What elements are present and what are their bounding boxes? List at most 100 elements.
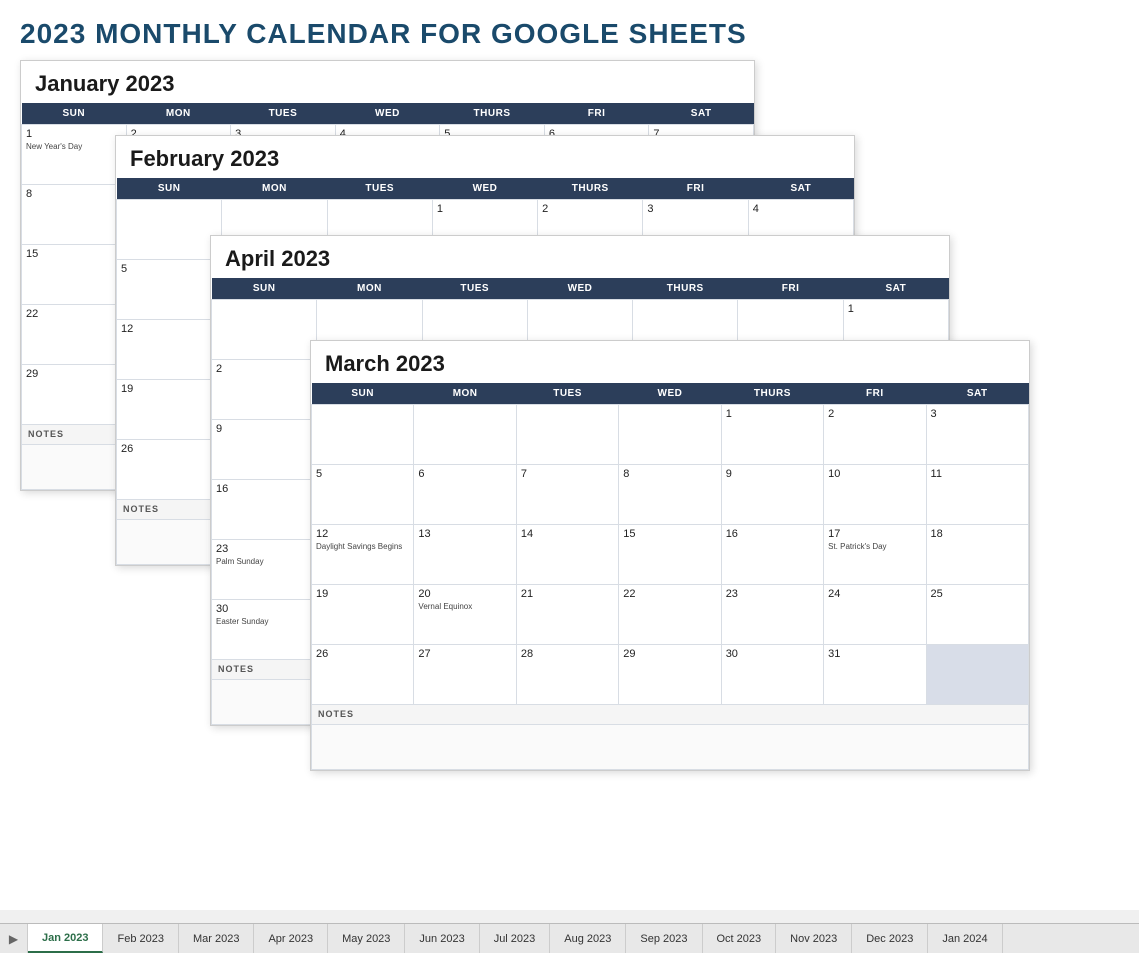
mar-cell: 9 bbox=[721, 465, 823, 525]
tab-jan-2024[interactable]: Jan 2024 bbox=[928, 924, 1002, 953]
tab-apr-2023[interactable]: Apr 2023 bbox=[254, 924, 328, 953]
mar-cell: 22 bbox=[619, 585, 721, 645]
tab-sep-2023[interactable]: Sep 2023 bbox=[626, 924, 702, 953]
mar-col-sun: SUN bbox=[312, 383, 414, 405]
jan-cell: 1New Year's Day bbox=[22, 125, 127, 185]
jan-cell: 8 bbox=[22, 185, 127, 245]
notes-row: NOTES bbox=[312, 705, 1029, 725]
table-row: 1 2 3 bbox=[312, 405, 1029, 465]
mar-col-fri: FRI bbox=[824, 383, 926, 405]
apr-cell: 23Palm Sunday bbox=[212, 540, 317, 600]
feb-cell bbox=[117, 200, 222, 260]
mar-cell: 23 bbox=[721, 585, 823, 645]
mar-cell: 27 bbox=[414, 645, 516, 705]
mar-col-wed: WED bbox=[619, 383, 721, 405]
jan-col-thu: THURS bbox=[440, 103, 545, 125]
mar-cell: 21 bbox=[516, 585, 618, 645]
feb-cell: 12 bbox=[117, 320, 222, 380]
apr-cell: 16 bbox=[212, 480, 317, 540]
apr-col-sun: SUN bbox=[212, 278, 317, 300]
mar-cell: 8 bbox=[619, 465, 721, 525]
mar-col-thu: THURS bbox=[721, 383, 823, 405]
mar-cell: 28 bbox=[516, 645, 618, 705]
mar-cell: 13 bbox=[414, 525, 516, 585]
feb-cell: 5 bbox=[117, 260, 222, 320]
table-row: 12Daylight Savings Begins 13 14 15 16 17… bbox=[312, 525, 1029, 585]
tab-jan-2023[interactable]: Jan 2023 bbox=[28, 924, 103, 953]
jan-col-mon: MON bbox=[126, 103, 231, 125]
tab-jun-2023[interactable]: Jun 2023 bbox=[405, 924, 479, 953]
mar-cell: 2 bbox=[824, 405, 926, 465]
feb-cell: 19 bbox=[117, 380, 222, 440]
table-row: 5 6 7 8 9 10 11 bbox=[312, 465, 1029, 525]
jan-cell: 22 bbox=[22, 305, 127, 365]
feb-col-fri: FRI bbox=[643, 178, 748, 200]
jan-cell: 29 bbox=[22, 365, 127, 425]
tab-scroll-left[interactable]: ▶ bbox=[0, 924, 28, 953]
mar-cell: 5 bbox=[312, 465, 414, 525]
tab-bar: ▶ Jan 2023 Feb 2023 Mar 2023 Apr 2023 Ma… bbox=[0, 923, 1139, 953]
jan-col-tue: TUES bbox=[231, 103, 336, 125]
mar-cell: 12Daylight Savings Begins bbox=[312, 525, 414, 585]
apr-cell: 9 bbox=[212, 420, 317, 480]
mar-cell: 19 bbox=[312, 585, 414, 645]
tab-jul-2023[interactable]: Jul 2023 bbox=[480, 924, 551, 953]
jan-col-fri: FRI bbox=[544, 103, 649, 125]
mar-cell bbox=[516, 405, 618, 465]
mar-cell: 17St. Patrick's Day bbox=[824, 525, 926, 585]
march-table: SUN MON TUES WED THURS FRI SAT 1 2 bbox=[311, 383, 1029, 770]
table-row: 26 27 28 29 30 31 bbox=[312, 645, 1029, 705]
jan-col-wed: WED bbox=[335, 103, 440, 125]
feb-col-sun: SUN bbox=[117, 178, 222, 200]
mar-cell: 24 bbox=[824, 585, 926, 645]
jan-col-sun: SUN bbox=[22, 103, 127, 125]
feb-cell: 26 bbox=[117, 440, 222, 500]
mar-col-mon: MON bbox=[414, 383, 516, 405]
tab-nov-2023[interactable]: Nov 2023 bbox=[776, 924, 852, 953]
january-title: January 2023 bbox=[21, 61, 754, 103]
main-area: 2023 MONTHLY CALENDAR FOR GOOGLE SHEETS … bbox=[0, 0, 1139, 910]
mar-cell: 10 bbox=[824, 465, 926, 525]
apr-col-thu: THURS bbox=[633, 278, 738, 300]
apr-cell: 2 bbox=[212, 360, 317, 420]
apr-col-fri: FRI bbox=[738, 278, 843, 300]
feb-col-sat: SAT bbox=[748, 178, 853, 200]
mar-col-sat: SAT bbox=[926, 383, 1028, 405]
notes-content bbox=[312, 725, 1029, 770]
apr-col-sat: SAT bbox=[843, 278, 948, 300]
mar-col-tue: TUES bbox=[516, 383, 618, 405]
mar-cell: 25 bbox=[926, 585, 1028, 645]
tab-aug-2023[interactable]: Aug 2023 bbox=[550, 924, 626, 953]
apr-col-wed: WED bbox=[527, 278, 632, 300]
mar-cell bbox=[312, 405, 414, 465]
mar-cell: 7 bbox=[516, 465, 618, 525]
notes-label: NOTES bbox=[312, 705, 1029, 725]
apr-col-tue: TUES bbox=[422, 278, 527, 300]
mar-cell: 3 bbox=[926, 405, 1028, 465]
mar-cell bbox=[619, 405, 721, 465]
apr-cell bbox=[212, 300, 317, 360]
mar-cell: 6 bbox=[414, 465, 516, 525]
april-title: April 2023 bbox=[211, 236, 949, 278]
feb-col-wed: WED bbox=[432, 178, 537, 200]
feb-col-mon: MON bbox=[222, 178, 327, 200]
mar-cell: 18 bbox=[926, 525, 1028, 585]
march-title: March 2023 bbox=[311, 341, 1029, 383]
tab-feb-2023[interactable]: Feb 2023 bbox=[103, 924, 178, 953]
tab-dec-2023[interactable]: Dec 2023 bbox=[852, 924, 928, 953]
apr-col-mon: MON bbox=[317, 278, 422, 300]
mar-cell: 31 bbox=[824, 645, 926, 705]
feb-col-tue: TUES bbox=[327, 178, 432, 200]
mar-cell: 26 bbox=[312, 645, 414, 705]
jan-cell: 15 bbox=[22, 245, 127, 305]
tab-oct-2023[interactable]: Oct 2023 bbox=[703, 924, 777, 953]
tab-mar-2023[interactable]: Mar 2023 bbox=[179, 924, 254, 953]
mar-cell: 29 bbox=[619, 645, 721, 705]
mar-cell: 1 bbox=[721, 405, 823, 465]
mar-cell: 14 bbox=[516, 525, 618, 585]
february-title: February 2023 bbox=[116, 136, 854, 178]
tab-may-2023[interactable]: May 2023 bbox=[328, 924, 405, 953]
feb-col-thu: THURS bbox=[538, 178, 643, 200]
calendar-march: March 2023 SUN MON TUES WED THURS FRI SA… bbox=[310, 340, 1030, 771]
mar-cell bbox=[414, 405, 516, 465]
